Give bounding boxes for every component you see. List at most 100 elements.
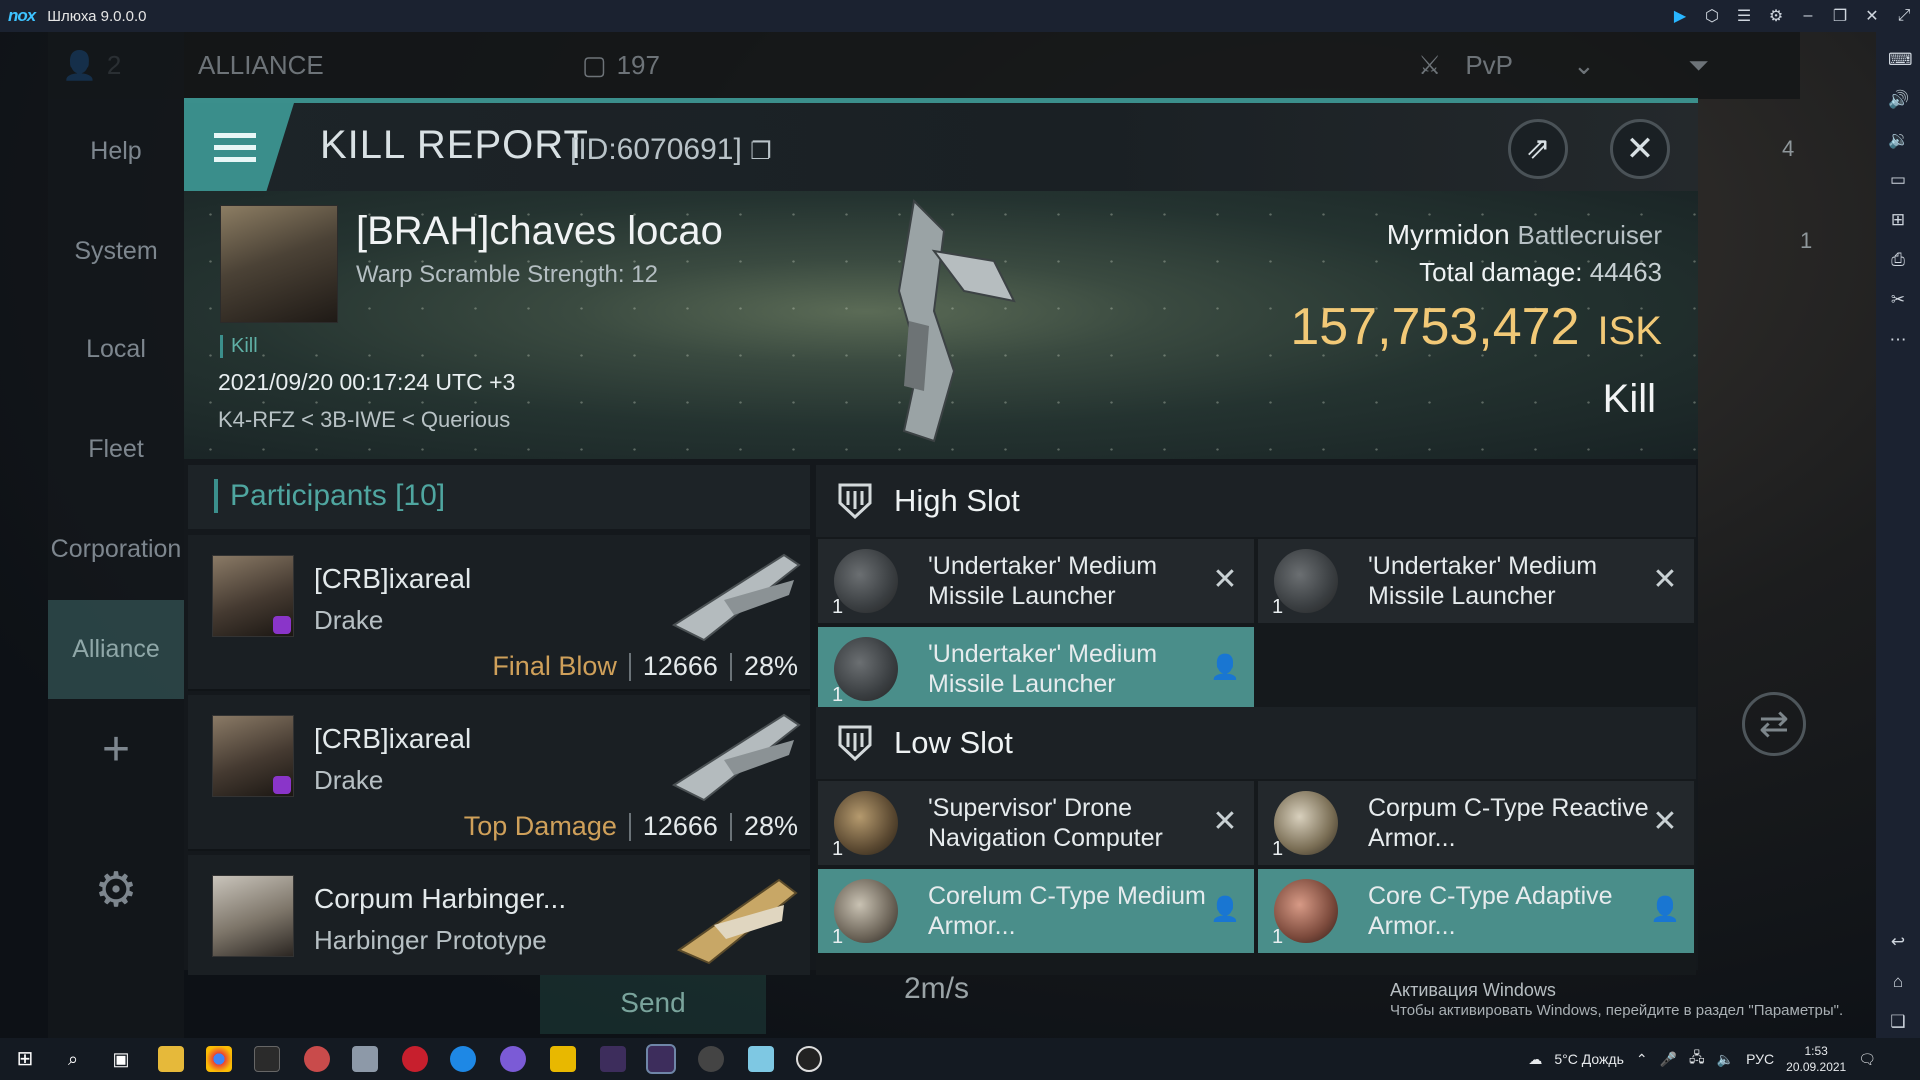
app-icon[interactable] [402, 1046, 428, 1072]
overview-badge[interactable]: 1 [1800, 228, 1812, 254]
corp-badge-icon [273, 776, 291, 794]
pvp-filter[interactable]: ⚔ PvP ⌄ [1418, 32, 1595, 99]
app-icon[interactable] [550, 1046, 576, 1072]
module-item[interactable]: 1 'Undertaker' Medium Missile Launcher ✕ [1258, 539, 1694, 623]
chevron-up-icon[interactable]: ⌃ [1636, 1051, 1648, 1068]
add-apk-icon[interactable]: ⊞ [1888, 210, 1908, 230]
nav-help[interactable]: Help [48, 102, 184, 201]
calculator-icon[interactable] [352, 1046, 378, 1072]
network-icon[interactable]: 🖧 [1689, 1047, 1705, 1071]
more-icon[interactable]: ⋯ [1888, 330, 1908, 350]
avatar[interactable] [212, 715, 294, 797]
app-icon[interactable] [254, 1046, 280, 1072]
clock[interactable]: 1:53 20.09.2021 [1786, 1043, 1846, 1075]
close-button[interactable]: ✕ [1610, 119, 1670, 179]
restore-icon[interactable]: ❐ [1832, 6, 1848, 26]
avatar[interactable] [212, 555, 294, 637]
pvp-label: PvP [1465, 50, 1513, 80]
gear-icon[interactable]: ⚙ [1768, 6, 1784, 26]
final-blow-label: Final Blow [492, 651, 617, 681]
nav-alliance[interactable]: Alliance [48, 600, 184, 699]
menu-icon[interactable]: ☰ [1736, 6, 1752, 26]
minimize-icon[interactable]: – [1800, 7, 1816, 25]
channel-name[interactable]: ALLIANCE [198, 32, 324, 99]
participant-row[interactable]: [CRB]ixareal Drake Final Blow 12666 28% [188, 535, 810, 691]
participant-row[interactable]: Corpum Harbinger... Harbinger Prototype [188, 855, 810, 975]
windows-start-icon[interactable]: ⊞ [12, 1046, 38, 1072]
module-item[interactable]: 1 Corpum C-Type Reactive Armor... ✕ [1258, 781, 1694, 865]
filter-icon[interactable]: ⏷ [1688, 32, 1709, 99]
weather-icon[interactable]: ☁ [1528, 1051, 1542, 1068]
kill-id-text: [ID:6070691] [570, 133, 742, 166]
add-channel-icon[interactable]: + [48, 700, 184, 799]
nox-icon[interactable] [600, 1046, 626, 1072]
chrome-icon[interactable] [206, 1046, 232, 1072]
ship-name: Myrmidon [1386, 219, 1510, 250]
participant-row[interactable]: [CRB]ixareal Drake Top Damage 12666 28% [188, 695, 810, 851]
module-item[interactable]: 1 Core C-Type Adaptive Armor... 👤 [1258, 869, 1694, 953]
divider [628, 652, 631, 681]
clock-time: 1:53 [1804, 1044, 1828, 1058]
victim-name[interactable]: [BRAH]chaves locao [356, 209, 723, 254]
chevron-down-icon: ⌄ [1573, 50, 1595, 80]
hex-icon[interactable]: ⬡ [1704, 6, 1720, 26]
speaker-icon[interactable]: 🔈 [1717, 1051, 1734, 1068]
discord-icon[interactable] [500, 1046, 526, 1072]
volume-down-icon[interactable]: 🔉 [1888, 130, 1909, 150]
module-item[interactable]: 1 'Undertaker' Medium Missile Launcher 👤 [818, 627, 1254, 711]
swords-icon: ⚔ [1418, 50, 1442, 80]
victim-ship[interactable]: Myrmidon Battlecruiser [1387, 219, 1662, 251]
app-icon[interactable] [304, 1046, 330, 1072]
module-item[interactable]: 1 Corelum C-Type Medium Armor... 👤 [818, 869, 1254, 953]
file-explorer-icon[interactable] [158, 1046, 184, 1072]
module-item[interactable]: 1 'Undertaker' Medium Missile Launcher ✕ [818, 539, 1254, 623]
back-icon[interactable]: ↩ [1888, 932, 1908, 952]
edge-icon[interactable] [450, 1046, 476, 1072]
weather-text[interactable]: 5°C Дождь [1554, 1051, 1623, 1067]
copy-icon[interactable]: ❐ [750, 138, 772, 165]
participant-damage-pct: 28% [743, 811, 798, 841]
app-icon[interactable] [698, 1046, 724, 1072]
participant-ship: Drake [314, 605, 384, 635]
nox-active-icon[interactable] [646, 1044, 676, 1074]
close-icon[interactable]: ✕ [1864, 6, 1880, 26]
victim-avatar[interactable] [220, 205, 338, 323]
low-slot-header: Low Slot [816, 707, 1696, 779]
share-button[interactable]: ⇗ [1508, 119, 1568, 179]
drone-computer-icon [834, 791, 898, 855]
total-damage-value: 44463 [1589, 257, 1662, 287]
notification-badge[interactable]: 4 [1782, 136, 1794, 162]
hamburger-menu-button[interactable] [184, 103, 294, 191]
settings-gear-icon[interactable]: ⚙ [48, 840, 184, 939]
screen-icon[interactable]: ▭ [1888, 170, 1908, 190]
nav-local[interactable]: Local [48, 300, 184, 399]
victim-ship-render [897, 198, 1016, 443]
play-icon[interactable]: ▶ [1672, 6, 1688, 26]
home-icon[interactable]: ⌂ [1888, 972, 1908, 992]
module-qty: 1 [832, 684, 844, 706]
language-indicator[interactable]: РУС [1746, 1051, 1774, 1067]
microphone-icon[interactable]: 🎤 [1660, 1051, 1677, 1068]
kill-location[interactable]: K4-RFZ < 3B-IWE < Querious [218, 407, 510, 433]
search-icon[interactable]: ⌕ [60, 1046, 86, 1072]
printer-icon[interactable]: ⎙ [1888, 250, 1908, 270]
app-icon[interactable] [748, 1046, 774, 1072]
task-view-icon[interactable]: ▣ [108, 1046, 134, 1072]
destroyed-icon: ✕ [1652, 563, 1678, 596]
notifications-icon[interactable]: 🗨 [1858, 1051, 1876, 1068]
send-button[interactable]: Send [540, 972, 766, 1034]
nav-fleet[interactable]: Fleet [48, 400, 184, 499]
fullscreen-icon[interactable]: ⤢ [1896, 7, 1912, 25]
keyboard-icon[interactable]: ⌨ [1888, 50, 1913, 70]
recents-icon[interactable]: ❑ [1888, 1012, 1908, 1032]
eve-icon[interactable] [796, 1046, 822, 1072]
volume-up-icon[interactable]: 🔊 [1888, 90, 1909, 110]
avatar[interactable] [212, 875, 294, 957]
kill-id[interactable]: [ID:6070691] ❐ [570, 133, 772, 167]
missile-launcher-icon [1274, 549, 1338, 613]
scissors-icon[interactable]: ✂ [1888, 290, 1908, 310]
module-item[interactable]: 1 'Supervisor' Drone Navigation Computer… [818, 781, 1254, 865]
swap-icon[interactable]: ⇄ [1742, 692, 1806, 756]
nav-corporation[interactable]: Corporation [48, 500, 184, 599]
nav-system[interactable]: System [48, 202, 184, 301]
